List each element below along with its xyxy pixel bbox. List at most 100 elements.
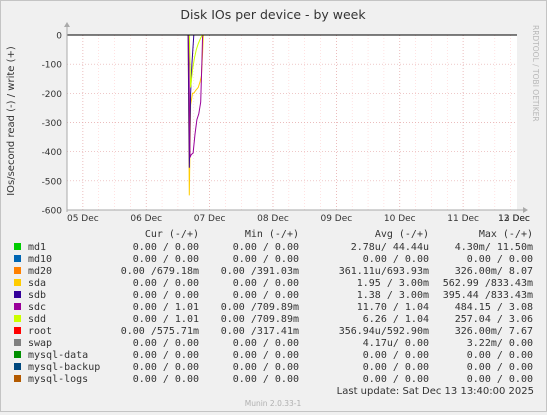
legend-value: 2.78u/ 44.44u <box>351 242 429 253</box>
legend-value: 0.00 / 0.00 <box>133 278 199 289</box>
legend-value: 0.00 / 0.00 <box>233 338 299 349</box>
legend-value: 0.00 / 1.01 <box>133 302 199 313</box>
x-tick-label: 07 Dec <box>194 214 226 224</box>
y-tick-label: 0 <box>56 32 62 42</box>
legend-value: 0.00 / 0.00 <box>467 374 533 385</box>
legend-name-md20: md20 <box>28 266 52 277</box>
legend-name-sdd: sdd <box>28 314 46 325</box>
legend-value: 0.00 / 0.00 <box>363 254 429 265</box>
legend-value: 1.38 / 3.00m <box>357 290 429 301</box>
x-axis-arrow <box>523 207 528 213</box>
legend-name-mysql-data: mysql-data <box>28 350 88 361</box>
legend-value: 0.00 /317.41m <box>221 326 299 337</box>
last-update: Last update: Sat Dec 13 13:40:00 2025 <box>337 386 534 397</box>
x-tick-label: 11 Dec <box>447 214 479 224</box>
chart-title: Disk IOs per device - by week <box>180 7 366 22</box>
legend-swatch-sdb <box>14 291 21 298</box>
legend-swatch-sda <box>14 279 21 286</box>
legend-value: 562.99 /833.43m <box>443 278 533 289</box>
legend-value: 484.15 / 3.08 <box>455 302 533 313</box>
legend-value: 0.00 / 0.00 <box>233 254 299 265</box>
legend-value: 0.00 /575.71m <box>121 326 199 337</box>
legend-column-header: Min (-/+) <box>245 229 299 240</box>
legend-name-sda: sda <box>28 278 46 289</box>
legend-name-md1: md1 <box>28 242 46 253</box>
legend-column-header: Avg (-/+) <box>375 229 429 240</box>
legend-value: 0.00 /709.89m <box>221 314 299 325</box>
legend-swatch-md10 <box>14 255 21 262</box>
disk-io-chart: Disk IOs per device - by week RRDTOOL / … <box>6 7 540 408</box>
legend-value: 0.00 / 0.00 <box>233 350 299 361</box>
legend-swatch-root <box>14 327 21 334</box>
side-label: RRDTOOL / TOBI OETIKER <box>531 25 540 122</box>
x-tick-label: 05 Dec <box>67 214 99 224</box>
legend-name-root: root <box>28 326 52 337</box>
legend-value: 0.00 / 0.00 <box>233 278 299 289</box>
legend-name-sdc: sdc <box>28 302 46 313</box>
legend-name-swap: swap <box>28 338 52 349</box>
x-tick-label: 09 Dec <box>320 214 352 224</box>
legend-swatch-sdc <box>14 303 21 310</box>
legend-value: 0.00 /679.18m <box>121 266 199 277</box>
legend-value: 0.00 / 0.00 <box>133 350 199 361</box>
legend-value: 0.00 / 0.00 <box>467 362 533 373</box>
legend-value: 395.44 /833.43m <box>443 290 533 301</box>
y-tick-label: -500 <box>42 177 63 187</box>
legend-value: 326.00m/ 8.07 <box>455 266 533 277</box>
legend-name-mysql-backup: mysql-backup <box>28 362 100 373</box>
legend-value: 0.00 / 0.00 <box>133 242 199 253</box>
legend-name-md10: md10 <box>28 254 52 265</box>
legend-value: 0.00 / 0.00 <box>133 374 199 385</box>
legend-value: 0.00 / 0.00 <box>363 362 429 373</box>
legend-value: 11.70 / 1.04 <box>357 302 429 313</box>
legend-column-header: Cur (-/+) <box>145 229 199 240</box>
x-tick-label: 13 Dec <box>498 214 530 224</box>
legend-swatch-sdd <box>14 315 21 322</box>
legend-value: 0.00 / 0.00 <box>233 362 299 373</box>
legend-value: 0.00 / 0.00 <box>133 290 199 301</box>
legend-value: 361.11u/693.93m <box>339 266 429 277</box>
y-tick-label: -200 <box>42 90 63 100</box>
footer: Munin 2.0.33-1 <box>245 399 302 408</box>
legend-value: 326.00m/ 7.67 <box>455 326 533 337</box>
legend-swatch-mysql-backup <box>14 363 21 370</box>
legend-value: 356.94u/592.90m <box>339 326 429 337</box>
legend-swatch-swap <box>14 339 21 346</box>
y-tick-label: -100 <box>42 61 63 71</box>
y-tick-label: -300 <box>42 119 63 129</box>
legend-value: 0.00 /391.03m <box>221 266 299 277</box>
y-axis-label: IOs/second read (-) / write (+) <box>6 46 17 196</box>
x-tick-label: 06 Dec <box>130 214 162 224</box>
munin-graph: Disk IOs per device - by week RRDTOOL / … <box>0 0 547 412</box>
legend-value: 1.95 / 3.00m <box>357 278 429 289</box>
legend-swatch-md20 <box>14 267 21 274</box>
legend-swatch-md1 <box>14 243 21 250</box>
legend-value: 0.00 / 0.00 <box>233 290 299 301</box>
x-tick-label: 08 Dec <box>257 214 289 224</box>
legend-value: 0.00 / 1.01 <box>133 314 199 325</box>
legend-swatch-mysql-data <box>14 351 21 358</box>
legend-value: 4.30m/ 11.50m <box>455 242 533 253</box>
legend-value: 0.00 / 0.00 <box>133 338 199 349</box>
legend-value: 0.00 / 0.00 <box>133 362 199 373</box>
legend-value: 0.00 / 0.00 <box>467 350 533 361</box>
legend-value: 257.04 / 3.06 <box>455 314 533 325</box>
legend-value: 0.00 / 0.00 <box>363 374 429 385</box>
legend-value: 0.00 / 0.00 <box>233 242 299 253</box>
legend-value: 0.00 / 0.00 <box>363 350 429 361</box>
legend-value: 0.00 / 0.00 <box>233 374 299 385</box>
x-tick-label: 10 Dec <box>384 214 416 224</box>
legend-name-mysql-logs: mysql-logs <box>28 374 88 385</box>
legend-value: 0.00 /709.89m <box>221 302 299 313</box>
legend-value: 0.00 / 0.00 <box>133 254 199 265</box>
legend-value: 0.00 / 0.00 <box>467 254 533 265</box>
legend-column-header: Max (-/+) <box>479 229 533 240</box>
y-tick-label: -400 <box>42 148 63 158</box>
y-axis-arrow <box>64 22 70 27</box>
legend-value: 3.22m/ 0.00 <box>467 338 533 349</box>
legend-value: 6.26 / 1.04 <box>363 314 429 325</box>
legend-swatch-mysql-logs <box>14 375 21 382</box>
legend-value: 4.17u/ 0.00 <box>363 338 429 349</box>
y-tick-label: -600 <box>42 207 63 217</box>
legend-name-sdb: sdb <box>28 290 46 301</box>
